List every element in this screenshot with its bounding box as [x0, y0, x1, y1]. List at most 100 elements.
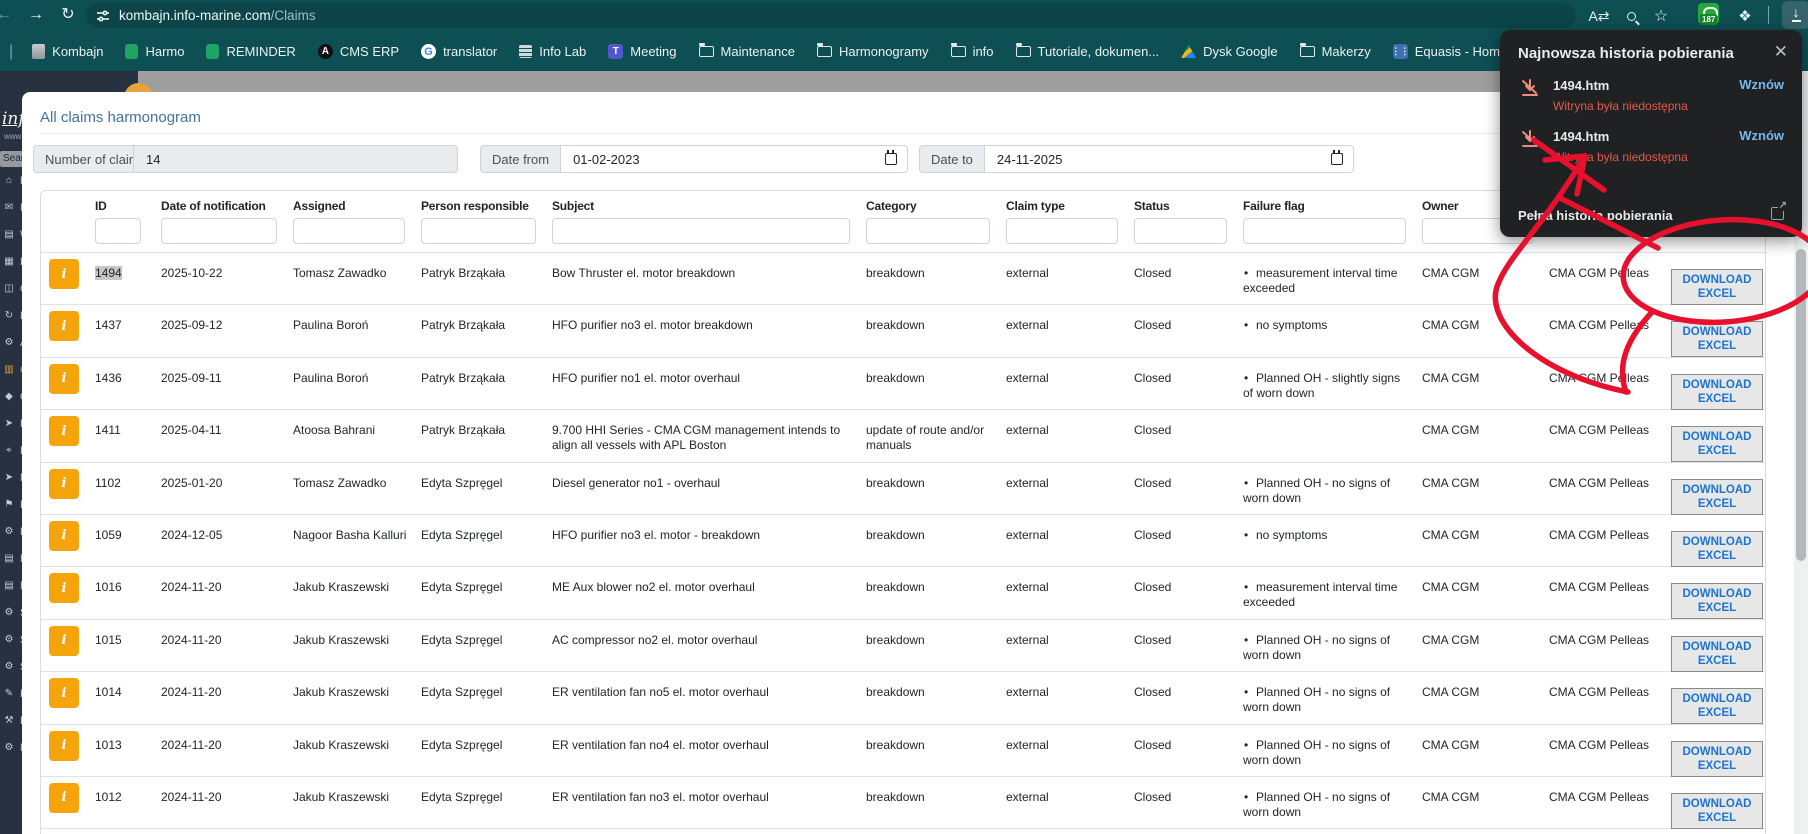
column-filter-subject[interactable]: [552, 218, 850, 244]
calendar-icon[interactable]: [885, 150, 898, 165]
calendar-icon[interactable]: [1330, 150, 1343, 165]
bookmark-kombajn[interactable]: Kombajn: [23, 41, 112, 62]
column-filter-status[interactable]: [1134, 218, 1227, 244]
download-excel-button[interactable]: DOWNLOAD EXCEL: [1671, 583, 1763, 620]
cell-claim-type: external: [1006, 423, 1049, 438]
column-filter-id[interactable]: [95, 218, 141, 244]
download-excel-button[interactable]: DOWNLOAD EXCEL: [1671, 426, 1763, 463]
info-icon[interactable]: i: [49, 782, 79, 813]
download-excel-button[interactable]: DOWNLOAD EXCEL: [1671, 321, 1763, 358]
bookmark-reminder[interactable]: REMINDER: [197, 41, 304, 62]
cell-id: 1494: [95, 253, 161, 281]
back-button[interactable]: ←: [0, 3, 16, 27]
table-row: i 1014 2024-11-20 Jakub Kraszewski Edyta Szp…: [41, 672, 1765, 725]
bookmark-cms-erp[interactable]: A CMS ERP: [309, 41, 408, 62]
column-header-assigned: Assigned: [293, 199, 346, 213]
column-filter-claim-type[interactable]: [1006, 218, 1118, 244]
filter-cell: [41, 218, 95, 244]
address-bar[interactable]: kombajn.info-marine.com/Claims: [86, 3, 1576, 28]
cell-subject: ER ventilation fan no2 el. motor overhau…: [552, 829, 866, 834]
download-excel-button[interactable]: DOWNLOAD EXCEL: [1671, 792, 1763, 829]
column-filter-person[interactable]: [421, 218, 536, 244]
download-excel-button[interactable]: DOWNLOAD EXCEL: [1671, 740, 1763, 777]
bookmark-label: Meeting: [630, 44, 677, 59]
reload-button[interactable]: ↻: [56, 3, 80, 27]
full-download-history-link[interactable]: Pełna historia pobierania: [1518, 200, 1787, 223]
bookmark-meeting[interactable]: T Meeting: [599, 41, 685, 62]
info-icon[interactable]: i: [49, 625, 79, 656]
download-item: 1494.htm Wznów Witryna była niedostępna: [1518, 77, 1784, 113]
bookmark-tutoriale-dokumen-[interactable]: Tutoriale, dokumen...: [1007, 41, 1169, 62]
table-row: i 1437 2025-09-12 Paulina Boroń Patryk Brząk…: [41, 305, 1765, 358]
download-excel-button[interactable]: DOWNLOAD EXCEL: [1671, 373, 1763, 410]
cell-subject: 9.700 HHI Series - CMA CGM management in…: [552, 423, 841, 453]
translate-icon[interactable]: A⇄: [1588, 5, 1610, 27]
bookmark-makerzy[interactable]: Makerzy: [1291, 41, 1380, 62]
extension-icon[interactable]: 187: [1698, 3, 1719, 25]
resume-download-button[interactable]: Wznów: [1739, 77, 1784, 92]
column-filter-category[interactable]: [866, 218, 990, 244]
info-icon[interactable]: i: [49, 520, 79, 551]
forward-button[interactable]: →: [24, 3, 48, 27]
cell-failure-flag: Planned OH - no signs of worn down: [1243, 777, 1422, 820]
table-row: i 1013 2024-11-20 Jakub Kraszewski Edyta Szp…: [41, 725, 1765, 777]
download-excel-button[interactable]: DOWNLOAD EXCEL: [1671, 269, 1763, 305]
download-excel-button[interactable]: DOWNLOAD EXCEL: [1671, 530, 1763, 567]
info-icon[interactable]: i: [49, 416, 79, 447]
download-excel-button[interactable]: DOWNLOAD EXCEL: [1671, 688, 1763, 725]
table-row: i 1016 2024-11-20 Jakub Kraszewski Edyta Szp…: [41, 567, 1765, 620]
bookmark-label: translator: [443, 44, 498, 59]
news-list-icon: ▤: [4, 580, 14, 591]
download-excel-button[interactable]: DOWNLOAD EXCEL: [1671, 478, 1763, 515]
info-icon[interactable]: i: [49, 363, 79, 394]
bookmark-info[interactable]: info: [942, 41, 1003, 62]
extensions-puzzle-icon[interactable]: ❖: [1734, 5, 1756, 27]
loading-icon: ↻: [4, 310, 14, 321]
column-filter-failure-flag[interactable]: [1243, 218, 1406, 244]
bookmark-harmo[interactable]: Harmo: [116, 41, 193, 62]
date-from-input[interactable]: 01-02-2023: [560, 145, 909, 173]
bookmark-harmonogramy[interactable]: Harmonogramy: [808, 41, 938, 62]
info-icon[interactable]: i: [49, 730, 79, 761]
info-icon[interactable]: i: [49, 468, 79, 499]
full-download-history-label: Pełna historia pobierania: [1518, 208, 1673, 223]
column-filter-assigned[interactable]: [293, 218, 405, 244]
bookmark-dysk-google[interactable]: Dysk Google: [1172, 41, 1286, 62]
resume-download-button[interactable]: Wznów: [1739, 128, 1784, 143]
bookmark-info-lab[interactable]: Info Lab: [510, 41, 595, 62]
bookmark-star-icon[interactable]: ☆: [1650, 5, 1672, 27]
bookmark-maintenance[interactable]: Maintenance: [690, 41, 804, 62]
database-icon: ▦: [4, 256, 14, 267]
info-icon[interactable]: i: [49, 573, 79, 604]
bookmark-translator[interactable]: Gtranslator: [412, 41, 506, 62]
cell-assigned: Paulina Boroń: [293, 370, 369, 385]
cell-download: DOWNLOAD EXCEL: [1671, 358, 1765, 410]
date-to-input[interactable]: 24-11-2025: [983, 145, 1354, 173]
download-status: Witryna była niedostępna: [1553, 150, 1688, 164]
column-header-person-responsible: Person responsible: [421, 199, 529, 213]
download-excel-button[interactable]: DOWNLOAD EXCEL: [1671, 635, 1763, 672]
site-info-icon[interactable]: [96, 9, 110, 23]
table-row: i 1436 2025-09-11 Paulina Boroń Patryk Brząk…: [41, 358, 1765, 411]
cell-claim-type: external: [1006, 685, 1049, 700]
number-of-claims-input[interactable]: 14: [133, 145, 458, 173]
messages-icon: ✉: [4, 202, 14, 213]
cell-status: Closed: [1134, 370, 1172, 385]
cell-failure-flag: Planned OH - no signs of worn down: [1243, 725, 1422, 768]
info-icon[interactable]: i: [49, 259, 79, 289]
search-icon[interactable]: [1620, 5, 1642, 27]
filter-cell: [1006, 218, 1134, 244]
table-row: i 1102 2025-01-20 Tomasz Zawadko Edyta Szprę…: [41, 463, 1765, 515]
table-row: i 1411 2025-04-11 Atoosa Bahrani Patryk Brzą…: [41, 410, 1765, 463]
home-icon: ⌂: [5, 175, 13, 186]
scrollbar-thumb[interactable]: [1796, 249, 1806, 561]
teams-icon: T: [608, 44, 624, 59]
failure-flag-item: Planned OH - no signs of worn down: [1243, 790, 1390, 819]
column-filter-date[interactable]: [161, 218, 277, 244]
info-icon[interactable]: i: [49, 678, 79, 709]
close-icon[interactable]: ✕: [1774, 42, 1788, 62]
info-icon[interactable]: i: [49, 311, 79, 342]
cell-status: Closed: [1134, 789, 1172, 804]
downloads-button[interactable]: ↓: [1782, 1, 1808, 29]
date-from-filter: Date from 01-02-2023: [480, 145, 909, 173]
